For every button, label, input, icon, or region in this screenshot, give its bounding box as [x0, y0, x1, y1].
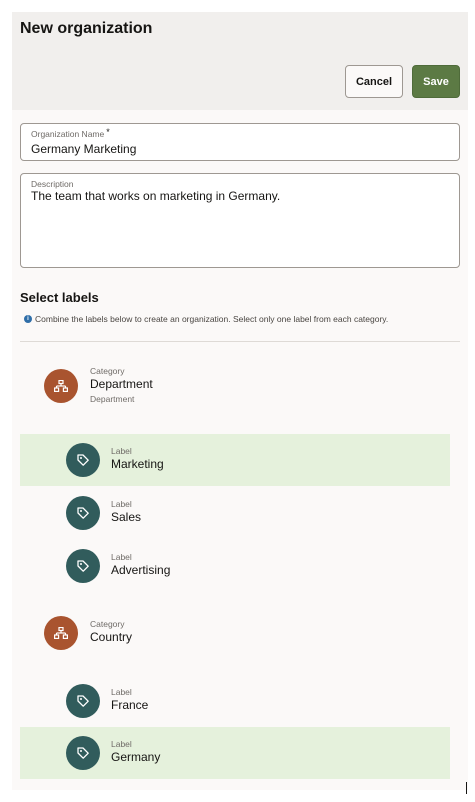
tag-icon[interactable]	[66, 736, 100, 770]
info-icon: i	[24, 315, 32, 323]
category-name: Department	[90, 377, 153, 391]
category-country: Category Country	[44, 616, 344, 652]
label-caption: Label	[111, 739, 132, 749]
label-name: Sales	[111, 510, 142, 524]
category-caption: Category	[90, 619, 125, 629]
category-caption: Category	[90, 366, 125, 376]
divider	[20, 341, 460, 342]
description-field[interactable]: Description The team that works on marke…	[20, 173, 460, 268]
required-indicator: *	[106, 127, 110, 137]
organization-name-value[interactable]: Germany Marketing	[31, 142, 136, 156]
scroll-indicator	[466, 782, 467, 794]
new-organization-panel: New organization Cancel Save Organizatio…	[12, 12, 468, 790]
label-caption: Label	[111, 552, 132, 562]
cancel-button[interactable]: Cancel	[345, 65, 403, 98]
panel-header: New organization Cancel Save	[12, 12, 468, 110]
description-value[interactable]: The team that works on marketing in Germ…	[31, 189, 280, 203]
organization-name-label-text: Organization Name	[31, 129, 105, 139]
category-department: Category Department Department	[44, 366, 344, 413]
label-row-marketing[interactable]: Label Marketing	[20, 434, 450, 486]
select-labels-heading: Select labels	[20, 290, 99, 305]
save-button[interactable]: Save	[412, 65, 460, 98]
label-row-sales[interactable]: Label Sales	[20, 487, 450, 539]
label-name: France	[111, 698, 149, 712]
tag-icon[interactable]	[66, 684, 100, 718]
help-text: Combine the labels below to create an or…	[35, 314, 389, 324]
label-caption: Label	[111, 499, 132, 509]
label-caption: Label	[111, 446, 132, 456]
hierarchy-icon	[44, 616, 78, 650]
organization-name-field[interactable]: Organization Name * Germany Marketing	[20, 123, 460, 161]
label-row-france[interactable]: Label France	[20, 675, 450, 727]
select-labels-help: i Combine the labels below to create an …	[24, 314, 388, 324]
label-caption: Label	[111, 687, 132, 697]
tag-icon[interactable]	[66, 443, 100, 477]
label-row-germany[interactable]: Label Germany	[20, 727, 450, 779]
tag-icon[interactable]	[66, 549, 100, 583]
label-row-advertising[interactable]: Label Advertising	[20, 540, 450, 592]
label-name: Advertising	[111, 563, 171, 577]
label-name: Germany	[111, 750, 161, 764]
page-title: New organization	[20, 20, 153, 37]
tag-icon[interactable]	[66, 496, 100, 530]
organization-name-label: Organization Name *	[31, 127, 110, 139]
category-name: Country	[90, 630, 133, 644]
label-name: Marketing	[111, 457, 164, 471]
hierarchy-icon	[44, 369, 78, 403]
category-subtitle: Department	[90, 394, 135, 404]
description-label: Description	[31, 179, 74, 189]
